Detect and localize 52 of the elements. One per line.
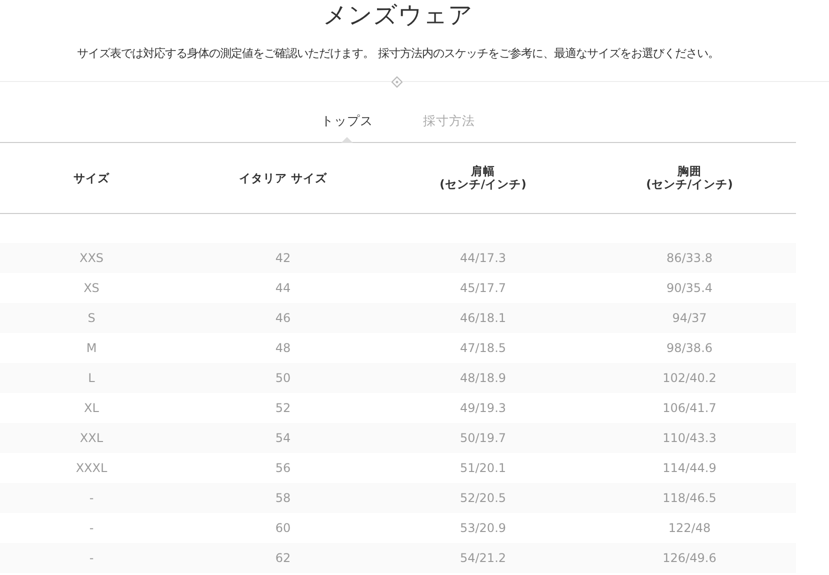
table-cell-text: - bbox=[88, 550, 95, 567]
table-cell-text: 52/20.5 bbox=[458, 490, 508, 507]
table-cell-text: 51/20.1 bbox=[458, 460, 508, 477]
column-header: 胸囲 (センチ/インチ) bbox=[646, 165, 733, 191]
table-cell-text: 56 bbox=[274, 460, 292, 477]
table-cell-text: XXL bbox=[78, 430, 104, 447]
tab[interactable]: トップス bbox=[321, 113, 373, 142]
table-cell-text: 50/19.7 bbox=[458, 430, 508, 447]
diamond-icon bbox=[391, 76, 403, 88]
table-cell-text: 44/17.3 bbox=[458, 250, 508, 267]
table-cell-text: - bbox=[88, 490, 95, 507]
table-cell-text: 126/49.6 bbox=[662, 550, 718, 567]
table-cell-text: 53/20.9 bbox=[458, 520, 508, 537]
table-cell-text: S bbox=[86, 310, 96, 327]
table-cell-text: 45/17.7 bbox=[458, 280, 508, 297]
table-cell-text: 94/37 bbox=[671, 310, 708, 327]
column-header: イタリア サイズ bbox=[238, 172, 327, 184]
table-cell-text: L bbox=[87, 370, 96, 387]
table-cell-text: 122/48 bbox=[667, 520, 712, 537]
table-cell-text: XL bbox=[83, 400, 100, 417]
table-cell-text: 48 bbox=[274, 340, 292, 357]
table-cell-text: 102/40.2 bbox=[662, 370, 718, 387]
table-cell-text: 49/19.3 bbox=[458, 400, 508, 417]
table-cell-text: 50 bbox=[274, 370, 292, 387]
page-title: メンズウェア bbox=[323, 0, 473, 30]
table-cell-text: 86/33.8 bbox=[665, 250, 714, 267]
column-header: サイズ bbox=[74, 172, 110, 184]
table-cell-text: 62 bbox=[274, 550, 292, 567]
table-cell-text: 54 bbox=[274, 430, 292, 447]
table-cell-text: 48/18.9 bbox=[458, 370, 508, 387]
table-cell-text: 46/18.1 bbox=[458, 310, 508, 327]
table-cell-text: 44 bbox=[274, 280, 292, 297]
table-cell-text: 90/35.4 bbox=[665, 280, 714, 297]
table-cell-text: 60 bbox=[274, 520, 292, 537]
table-cell-text: 98/38.6 bbox=[665, 340, 714, 357]
table-cell-text: 46 bbox=[274, 310, 292, 327]
table-cell-text: 54/21.2 bbox=[458, 550, 508, 567]
table-cell-text: XS bbox=[82, 280, 100, 297]
table-cell-text: M bbox=[85, 340, 98, 357]
table-cell-text: 58 bbox=[274, 490, 292, 507]
table-cell-text: - bbox=[88, 520, 95, 537]
table-cell-text: 110/43.3 bbox=[662, 430, 718, 447]
table-cell-text: 114/44.9 bbox=[662, 460, 718, 477]
table-cell-text: 47/18.5 bbox=[458, 340, 508, 357]
table-cell-text: 106/41.7 bbox=[662, 400, 718, 417]
table-cell-text: XXS bbox=[78, 250, 105, 267]
description: サイズ表では対応する身体の測定値をご確認いただけます。 採寸方法内のスケッチをご参考に、最適なサイズをお選びください。 bbox=[77, 46, 719, 61]
table-cell-text: 52 bbox=[274, 400, 292, 417]
table-cell-text: 118/46.5 bbox=[662, 490, 718, 507]
column-header: 肩幅 (センチ/インチ) bbox=[440, 165, 526, 191]
table-cell-text: XXXL bbox=[74, 460, 108, 477]
table-cell-text: 42 bbox=[274, 250, 292, 267]
